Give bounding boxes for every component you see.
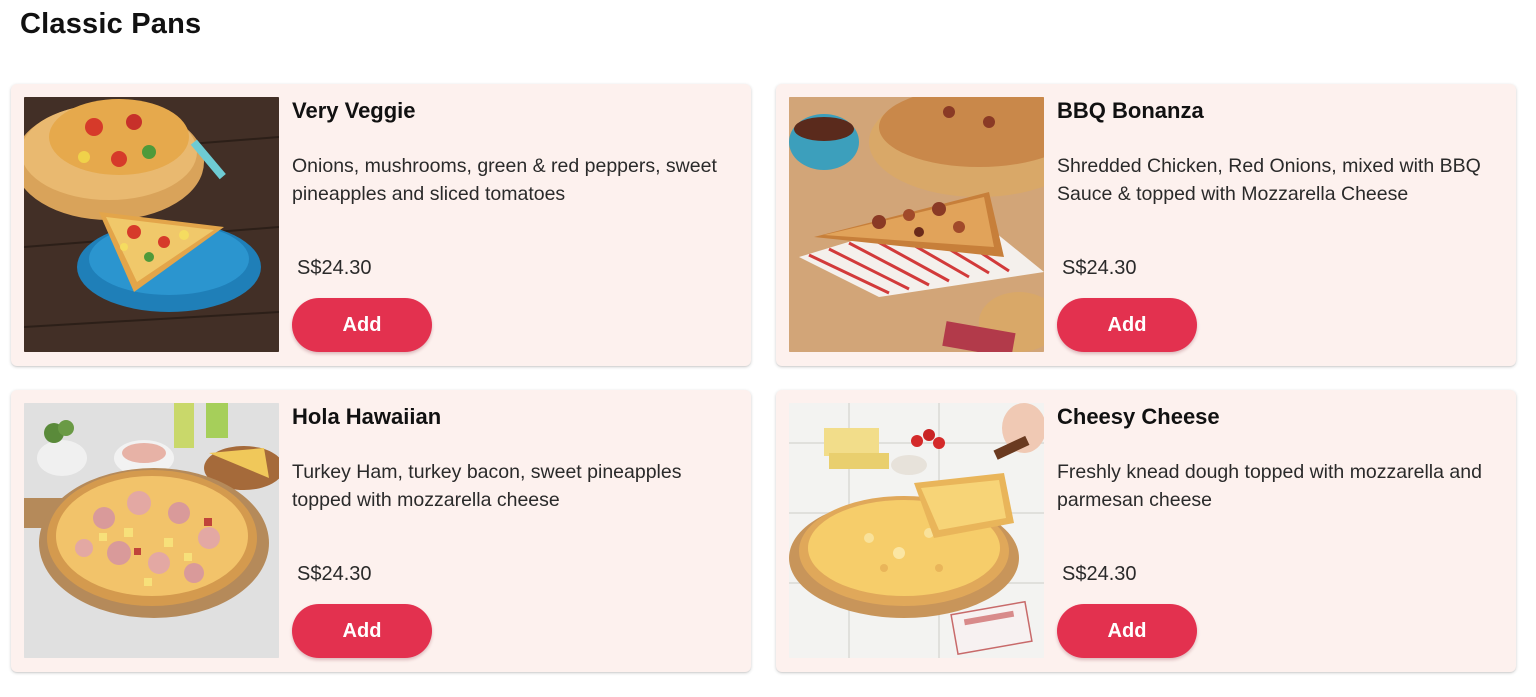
product-description: Shredded Chicken, Red Onions, mixed with… [1057,155,1481,205]
section-title: Classic Pans [20,8,202,40]
cheesy-cheese-pizza-image[interactable] [789,403,1044,658]
product-price: S$24.30 [297,563,372,585]
product-card-bbq-bonanza: BBQ Bonanza Shredded Chicken, Red Onions… [776,84,1516,366]
product-card-hola-hawaiian: Hola Hawaiian Turkey Ham, turkey bacon, … [11,390,751,672]
add-button-hola-hawaiian[interactable]: Add [292,604,432,658]
product-description: Freshly knead dough topped with mozzarel… [1057,461,1482,511]
product-price: S$24.30 [1062,257,1137,279]
product-name: BBQ Bonanza [1057,98,1204,123]
menu-page: Classic Pans Very Veggie Onions, mushroo… [0,0,1536,697]
bbq-bonanza-pizza-image[interactable] [789,97,1044,352]
product-card-very-veggie: Very Veggie Onions, mushrooms, green & r… [11,84,751,366]
product-card-cheesy-cheese: Cheesy Cheese Freshly knead dough topped… [776,390,1516,672]
add-button-very-veggie[interactable]: Add [292,298,432,352]
product-name: Cheesy Cheese [1057,404,1220,429]
add-button-bbq-bonanza[interactable]: Add [1057,298,1197,352]
product-name: Hola Hawaiian [292,404,442,429]
product-description: Onions, mushrooms, green & red peppers, … [292,155,717,205]
product-price: S$24.30 [1062,563,1137,585]
product-price: S$24.30 [297,257,372,279]
hola-hawaiian-pizza-image[interactable] [24,403,279,658]
product-description: Turkey Ham, turkey bacon, sweet pineappl… [292,461,682,511]
very-veggie-pizza-image[interactable] [24,97,279,352]
product-grid: Very Veggie Onions, mushrooms, green & r… [11,84,1516,672]
add-button-cheesy-cheese[interactable]: Add [1057,604,1197,658]
product-name: Very Veggie [292,98,416,123]
